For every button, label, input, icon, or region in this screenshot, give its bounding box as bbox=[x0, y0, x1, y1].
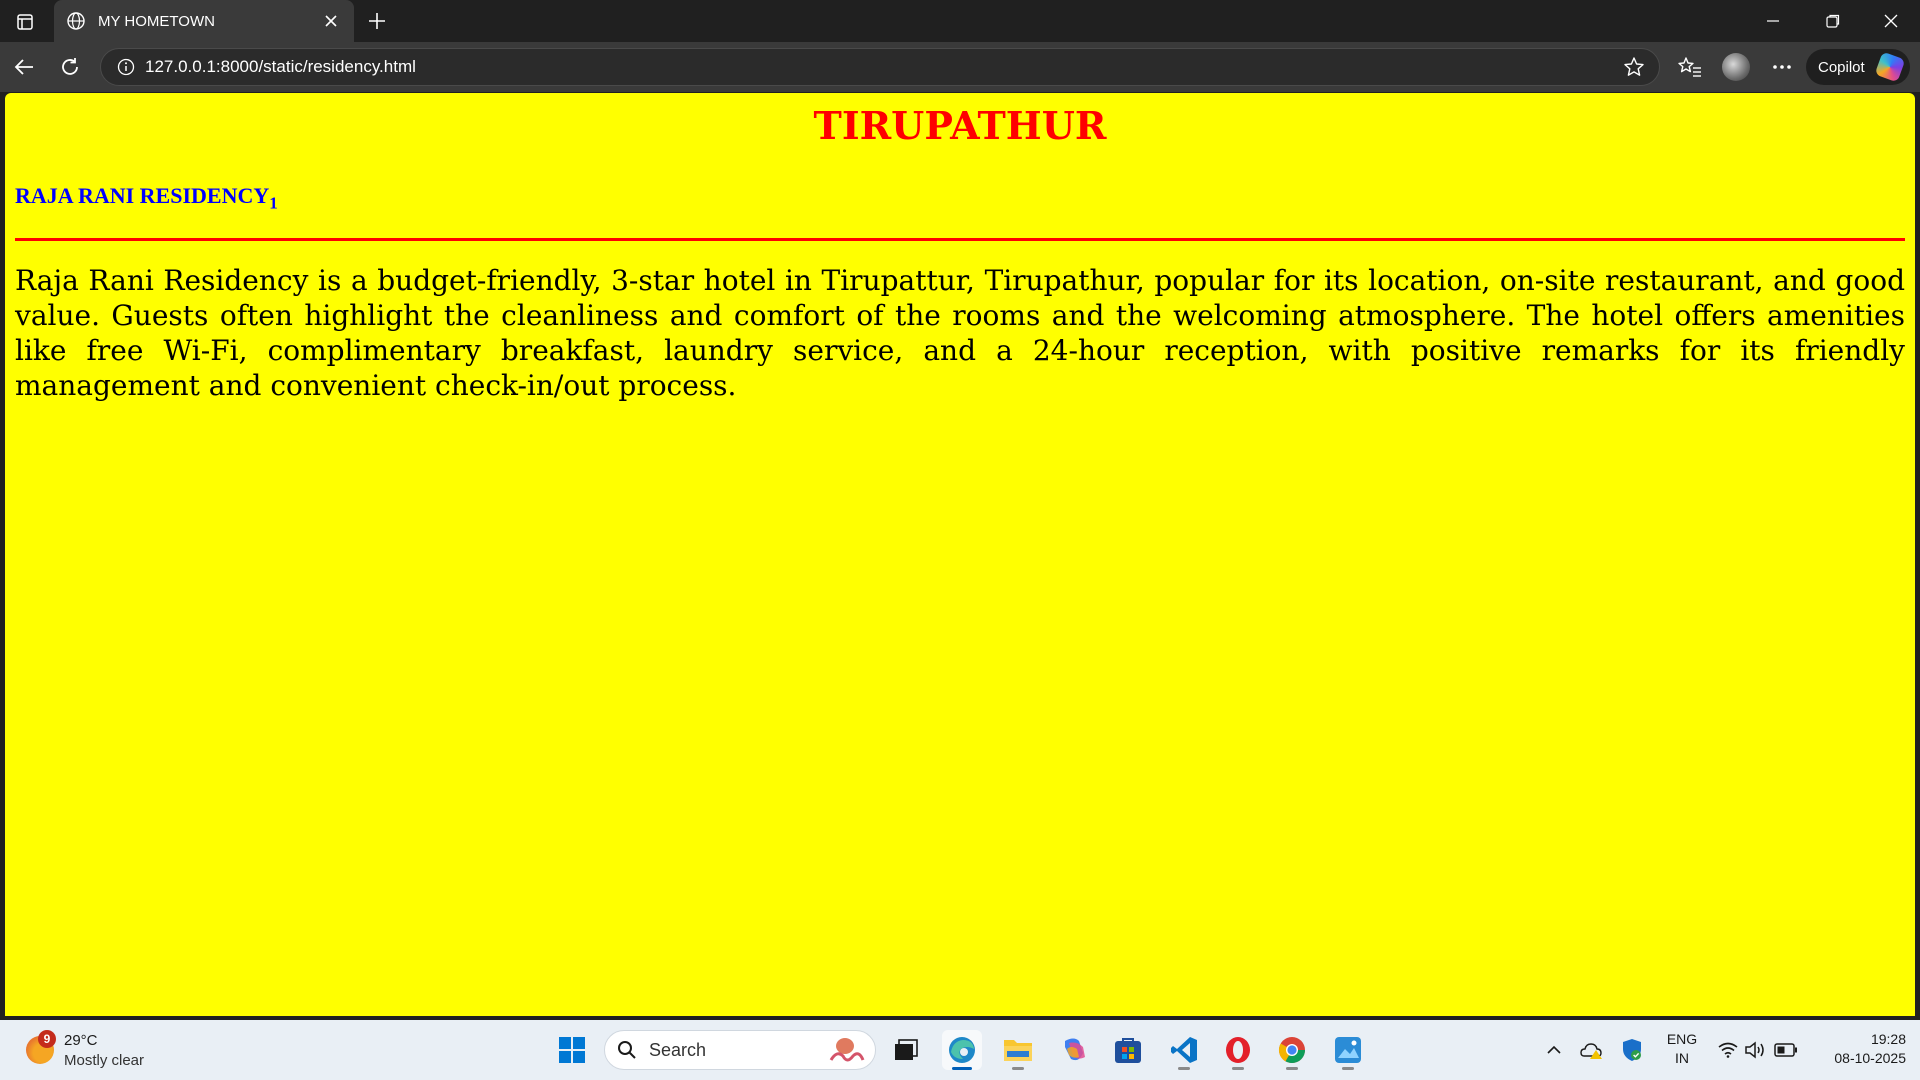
language-code: ENG bbox=[1666, 1031, 1698, 1047]
weather-badge: 9 bbox=[38, 1030, 56, 1048]
taskbar-chrome[interactable] bbox=[1272, 1030, 1312, 1070]
globe-icon bbox=[67, 12, 85, 30]
windows-taskbar: 9 29°C Mostly clear Search ENG IN 19:28 … bbox=[0, 1020, 1920, 1080]
favorites-button[interactable] bbox=[1674, 51, 1706, 83]
photos-running-indicator bbox=[1342, 1067, 1354, 1070]
tray-security[interactable] bbox=[1618, 1036, 1646, 1064]
photos-icon bbox=[1335, 1037, 1361, 1063]
plus-icon bbox=[369, 13, 385, 29]
onedrive-warning-icon bbox=[1580, 1043, 1602, 1059]
taskbar-copilot[interactable] bbox=[1054, 1030, 1094, 1070]
tab-close-button[interactable] bbox=[316, 6, 346, 36]
task-view-icon bbox=[895, 1039, 918, 1060]
minimize-icon bbox=[1767, 20, 1779, 22]
taskbar-photos[interactable] bbox=[1328, 1030, 1368, 1070]
tray-volume[interactable] bbox=[1742, 1036, 1770, 1064]
weather-temperature: 29°C bbox=[64, 1032, 98, 1049]
profile-avatar[interactable] bbox=[1722, 53, 1750, 81]
tab-actions-button[interactable] bbox=[12, 9, 38, 35]
horizontal-rule bbox=[15, 238, 1905, 242]
volume-icon bbox=[1745, 1041, 1764, 1059]
chrome-icon bbox=[1278, 1037, 1306, 1064]
tray-battery[interactable] bbox=[1772, 1036, 1800, 1064]
opera-icon bbox=[1226, 1037, 1250, 1063]
address-bar[interactable]: 127.0.0.1:8000/static/residency.html bbox=[100, 48, 1660, 86]
copilot-icon bbox=[1065, 1038, 1085, 1061]
minimize-button[interactable] bbox=[1744, 0, 1802, 42]
page-title: TIRUPATHUR bbox=[813, 103, 1107, 148]
windows-logo-icon bbox=[559, 1037, 585, 1063]
copilot-icon bbox=[1874, 51, 1906, 83]
back-arrow-icon bbox=[14, 59, 33, 75]
close-icon bbox=[325, 15, 337, 27]
taskbar-edge[interactable] bbox=[942, 1030, 982, 1070]
clock-time: 19:28 bbox=[1870, 1031, 1906, 1047]
taskbar-vscode[interactable] bbox=[1164, 1030, 1204, 1070]
url-text[interactable]: 127.0.0.1:8000/static/residency.html bbox=[145, 57, 1615, 77]
copilot-button[interactable]: Copilot bbox=[1806, 49, 1910, 85]
task-view-button[interactable] bbox=[886, 1030, 926, 1070]
search-label: Search bbox=[649, 1039, 707, 1060]
tab-active[interactable]: MY HOMETOWN bbox=[54, 0, 354, 42]
page-viewport: TIRUPATHUR RAJA RANI RESIDENCY1 Raja Ran… bbox=[5, 93, 1915, 1016]
restore-icon bbox=[1826, 14, 1840, 28]
hotel-description: Raja Rani Residency is a budget-friendly… bbox=[15, 264, 1905, 403]
battery-icon bbox=[1774, 1043, 1797, 1057]
input-language-indicator[interactable]: ENG IN bbox=[1664, 1030, 1700, 1068]
hotel-name: RAJA RANI RESIDENCY bbox=[15, 182, 270, 208]
weather-description: Mostly clear bbox=[64, 1052, 145, 1069]
copilot-label: Copilot bbox=[1818, 58, 1865, 76]
close-window-button[interactable] bbox=[1862, 0, 1920, 42]
taskbar-clock[interactable]: 19:28 08-10-2025 bbox=[1806, 1030, 1906, 1068]
wifi-icon bbox=[1718, 1042, 1738, 1058]
refresh-icon bbox=[62, 58, 78, 75]
search-icon bbox=[618, 1041, 636, 1059]
site-info-button[interactable] bbox=[107, 49, 145, 85]
info-icon bbox=[117, 58, 135, 76]
show-hidden-icons-button[interactable] bbox=[1540, 1036, 1568, 1064]
back-button[interactable] bbox=[8, 51, 40, 83]
favorites-list-icon bbox=[1678, 57, 1701, 77]
hotel-name-heading: RAJA RANI RESIDENCY1 bbox=[15, 183, 1915, 214]
taskbar-file-explorer[interactable] bbox=[998, 1030, 1038, 1070]
language-region: IN bbox=[1675, 1050, 1689, 1066]
favorite-button[interactable] bbox=[1615, 49, 1653, 85]
vscode-icon bbox=[1171, 1037, 1197, 1063]
browser-title-bar: MY HOMETOWN bbox=[0, 0, 1920, 42]
restore-button[interactable] bbox=[1804, 0, 1862, 42]
star-icon bbox=[1624, 57, 1644, 76]
store-icon bbox=[1115, 1038, 1141, 1063]
close-icon bbox=[1884, 14, 1898, 28]
taskbar-opera[interactable] bbox=[1218, 1030, 1258, 1070]
search-highlight-icon bbox=[829, 1038, 865, 1062]
chrome-running-indicator bbox=[1286, 1067, 1298, 1070]
taskbar-store[interactable] bbox=[1108, 1030, 1148, 1070]
more-options-button[interactable] bbox=[1766, 51, 1798, 83]
start-button[interactable] bbox=[552, 1030, 592, 1070]
tray-wifi[interactable] bbox=[1714, 1036, 1742, 1064]
edge-running-indicator bbox=[952, 1067, 972, 1070]
opera-running-indicator bbox=[1232, 1067, 1244, 1070]
browser-toolbar: 127.0.0.1:8000/static/residency.html Cop… bbox=[0, 42, 1920, 92]
weather-widget[interactable]: 9 29°C Mostly clear bbox=[20, 1028, 180, 1072]
clock-date: 08-10-2025 bbox=[1834, 1050, 1906, 1066]
tray-onedrive[interactable] bbox=[1578, 1036, 1606, 1064]
shield-icon bbox=[1623, 1039, 1641, 1061]
tab-title: MY HOMETOWN bbox=[98, 12, 215, 30]
tab-actions-icon bbox=[17, 14, 33, 30]
edge-icon bbox=[949, 1037, 975, 1063]
refresh-button[interactable] bbox=[54, 51, 86, 83]
more-dots-icon bbox=[1773, 65, 1791, 69]
hotel-name-subscript: 1 bbox=[269, 192, 278, 212]
taskbar-search[interactable]: Search bbox=[604, 1030, 876, 1070]
explorer-running-indicator bbox=[1012, 1067, 1024, 1070]
vscode-running-indicator bbox=[1178, 1067, 1190, 1070]
chevron-up-icon bbox=[1547, 1045, 1561, 1054]
file-explorer-icon bbox=[1004, 1040, 1032, 1061]
new-tab-button[interactable] bbox=[362, 6, 392, 36]
